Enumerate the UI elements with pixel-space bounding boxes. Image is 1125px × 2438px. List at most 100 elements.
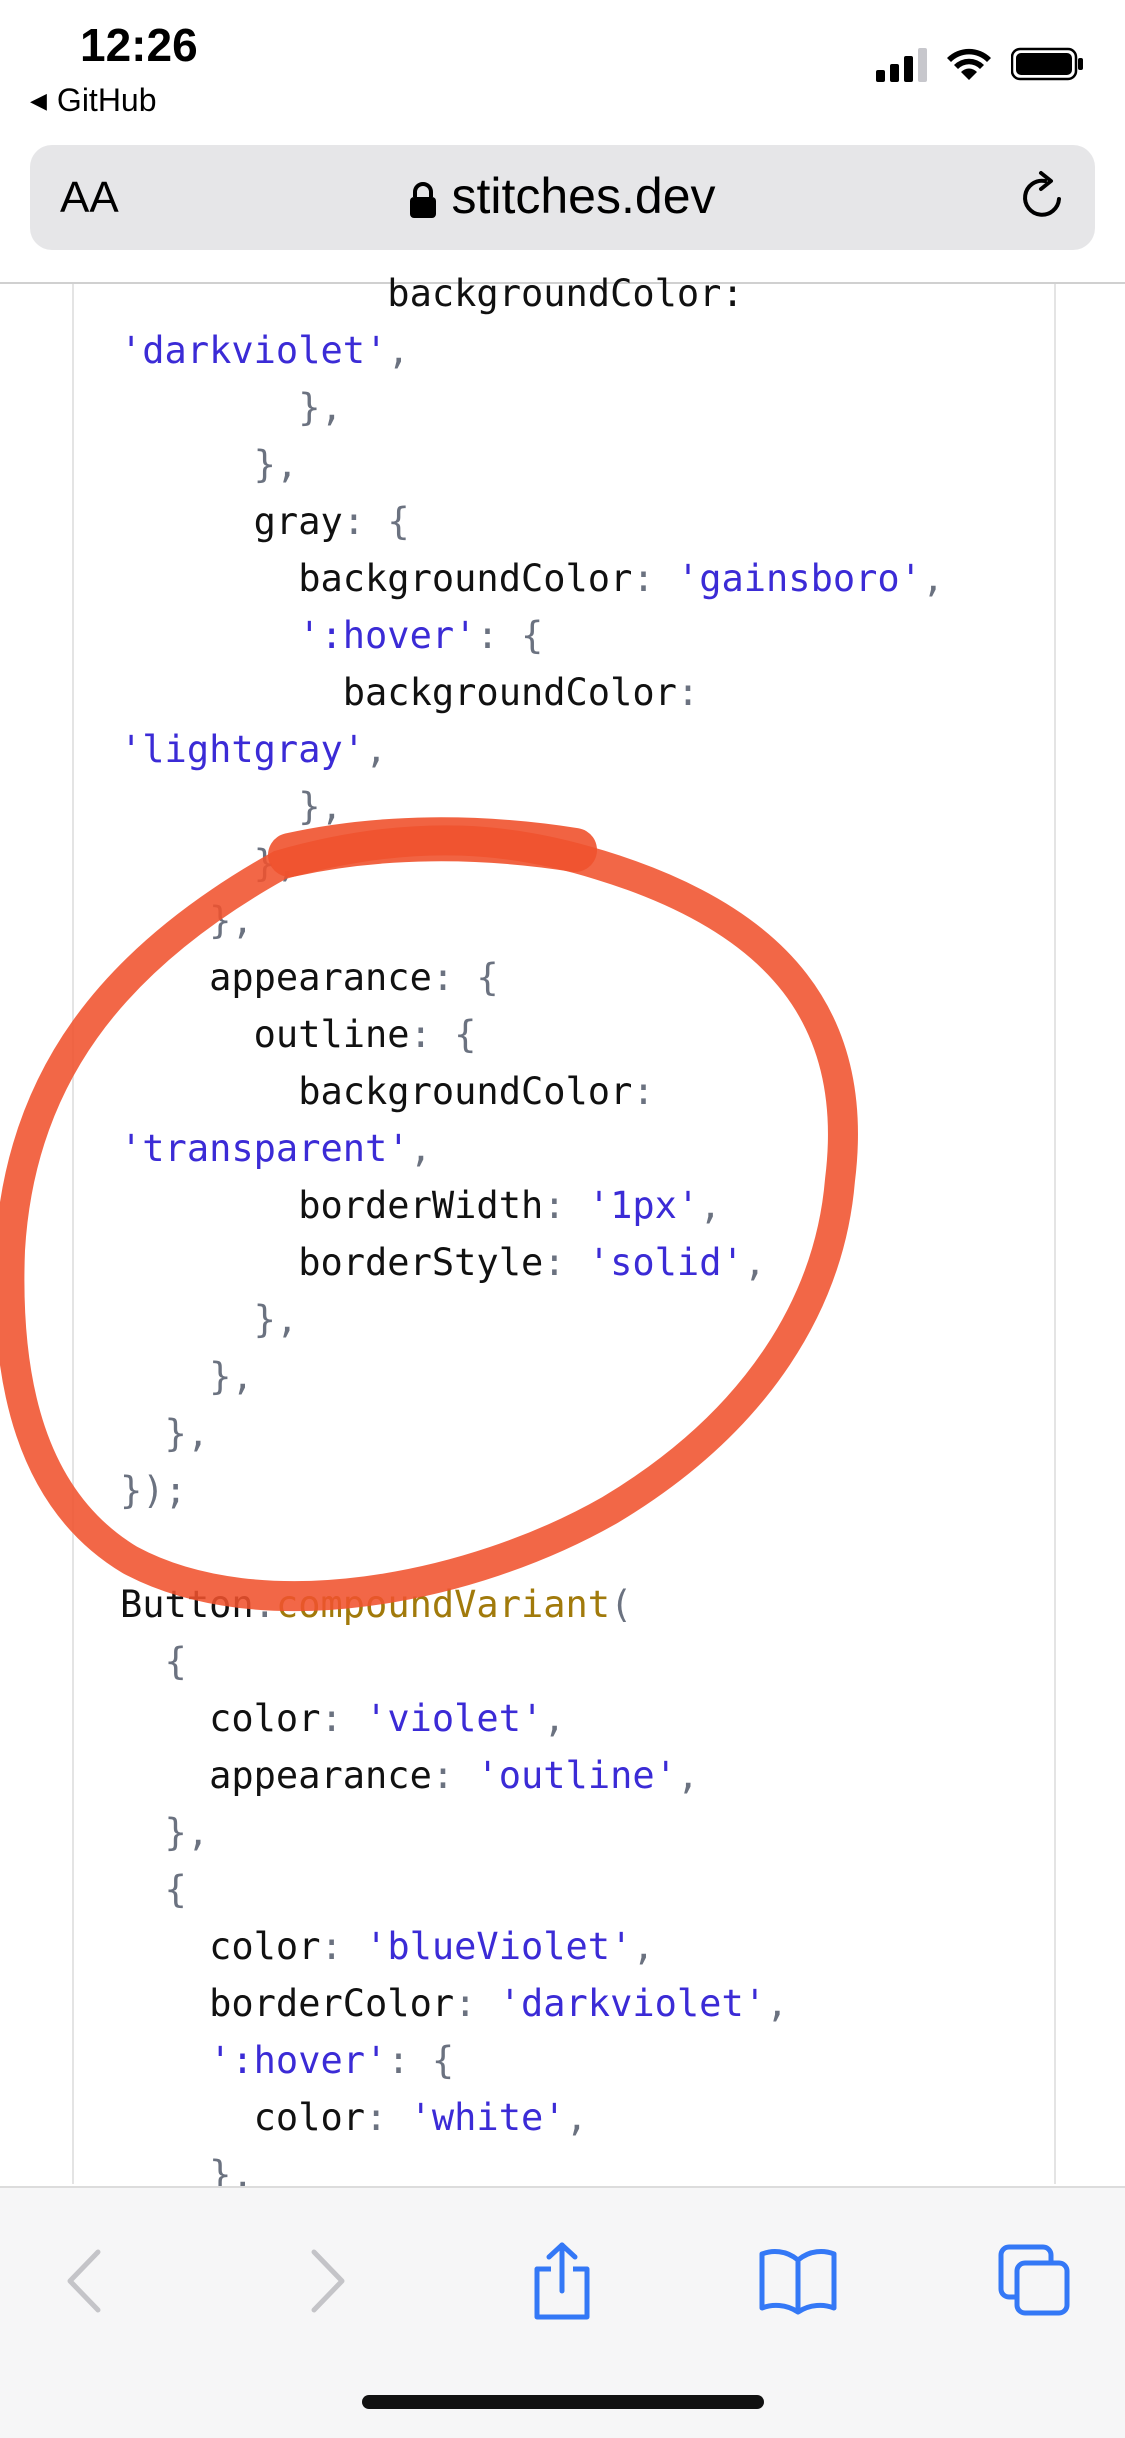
code-line: gray: { [120, 493, 410, 550]
code-token: backgroundColor [120, 557, 633, 600]
code-token: '1px' [587, 1184, 700, 1227]
share-button[interactable] [517, 2236, 607, 2326]
code-line: { [120, 1633, 187, 1690]
back-button[interactable] [40, 2236, 130, 2326]
code-token: : [543, 1184, 588, 1227]
code-token: }, [120, 386, 343, 429]
code-token: : { [409, 1013, 477, 1056]
code-line: }, [120, 835, 299, 892]
code-line: { [120, 1861, 187, 1918]
code-token: 'violet' [365, 1697, 544, 1740]
code-token: }, [120, 842, 299, 885]
code-line: color: 'violet', [120, 1690, 565, 1747]
chevron-left-icon [67, 2249, 101, 2313]
code-token: : { [387, 2039, 455, 2082]
code-line: }, [120, 379, 343, 436]
code-token: color [120, 1925, 321, 1968]
code-token: ( [610, 1583, 633, 1626]
code-token: backgroundColor: [120, 272, 744, 315]
tabs-button[interactable] [990, 2236, 1080, 2326]
code-line: backgroundColor: [120, 664, 699, 721]
code-token: , [387, 329, 410, 372]
code-token: borderWidth [120, 1184, 544, 1227]
code-token: ':hover' [120, 2039, 388, 2082]
code-token: , [676, 1754, 700, 1797]
code-line: 'lightgray', [120, 721, 387, 778]
code-token: : [320, 1925, 366, 1968]
code-token: compoundVariant [275, 1583, 611, 1626]
code-token: 'transparent' [120, 1127, 410, 1170]
code-token: 'solid' [587, 1241, 744, 1284]
code-token: , [921, 557, 945, 600]
code-token: : { [342, 500, 410, 543]
code-token: }, [120, 443, 299, 486]
code-token: : [431, 1754, 477, 1797]
code-line: }, [120, 892, 254, 949]
code-line: backgroundColor: 'gainsboro', [120, 550, 944, 607]
code-token: }, [120, 1811, 210, 1854]
code-token: : [320, 1697, 366, 1740]
code-token: ':hover' [120, 614, 477, 657]
code-token: : { [431, 956, 499, 999]
code-line: }, [120, 1804, 210, 1861]
code-line: borderStyle: 'solid', [120, 1234, 766, 1291]
code-token: }, [120, 785, 343, 828]
code-line: }, [120, 1405, 210, 1462]
code-line: color: 'blueViolet', [120, 1918, 655, 1975]
code-token: : [676, 671, 700, 714]
code-token: borderStyle [120, 1241, 544, 1284]
code-line: 'darkviolet', [120, 322, 410, 379]
code-token: : [632, 1070, 655, 1113]
code-token: 'outline' [476, 1754, 677, 1797]
tabs-icon [998, 2244, 1070, 2316]
code-token: borderColor [120, 1982, 455, 2025]
code-line: borderColor: 'darkviolet', [120, 1975, 788, 2032]
code-token: }, [120, 899, 254, 942]
code-line: 'transparent', [120, 1120, 432, 1177]
code-token: , [699, 1184, 722, 1227]
code-token: backgroundColor [120, 1070, 633, 1113]
code-line: color: 'white', [120, 2089, 588, 2146]
code-token: { [120, 1868, 187, 1911]
code-token: : { [476, 614, 544, 657]
code-line: borderWidth: '1px', [120, 1177, 721, 1234]
code-token: 'white' [409, 2096, 566, 2139]
book-icon [759, 2249, 837, 2315]
code-line: }, [120, 436, 299, 493]
code-token: 'gainsboro' [676, 557, 922, 600]
code-token: { [120, 1640, 187, 1683]
code-line: }); [120, 1462, 187, 1519]
code-token: }); [120, 1469, 187, 1512]
code-token: , [632, 1925, 655, 1968]
code-line: backgroundColor: [120, 265, 744, 322]
code-token: : [543, 1241, 588, 1284]
code-line: }, [120, 2146, 254, 2186]
code-line: ':hover': { [120, 2032, 454, 2089]
code-token: outline [120, 1013, 410, 1056]
share-icon [534, 2242, 590, 2320]
code-token: , [365, 728, 388, 771]
code-line: }, [120, 1348, 254, 1405]
forward-button[interactable] [282, 2236, 372, 2326]
code-line: ':hover': { [120, 607, 543, 664]
code-token: 'blueViolet' [365, 1925, 633, 1968]
code-block: backgroundColor: 'darkviolet', }, }, gray… [0, 0, 1125, 2186]
code-token: }, [120, 1355, 254, 1398]
code-token: , [409, 1127, 432, 1170]
code-token: , [766, 1982, 789, 2025]
code-token: appearance [120, 1754, 432, 1797]
code-token: : [632, 557, 677, 600]
code-token: 'lightgray' [120, 728, 366, 771]
code-token: }, [120, 2153, 254, 2186]
code-token: Button [120, 1583, 254, 1626]
code-line: backgroundColor: [120, 1063, 655, 1120]
code-line: appearance: 'outline', [120, 1747, 699, 1804]
code-token: . [253, 1583, 276, 1626]
chevron-right-icon [311, 2249, 345, 2313]
home-indicator[interactable] [362, 2395, 764, 2409]
code-token: appearance [120, 956, 432, 999]
bookmarks-button[interactable] [753, 2236, 843, 2326]
code-line: }, [120, 778, 343, 835]
code-token: 'darkviolet' [120, 329, 388, 372]
code-token: gray [120, 500, 343, 543]
